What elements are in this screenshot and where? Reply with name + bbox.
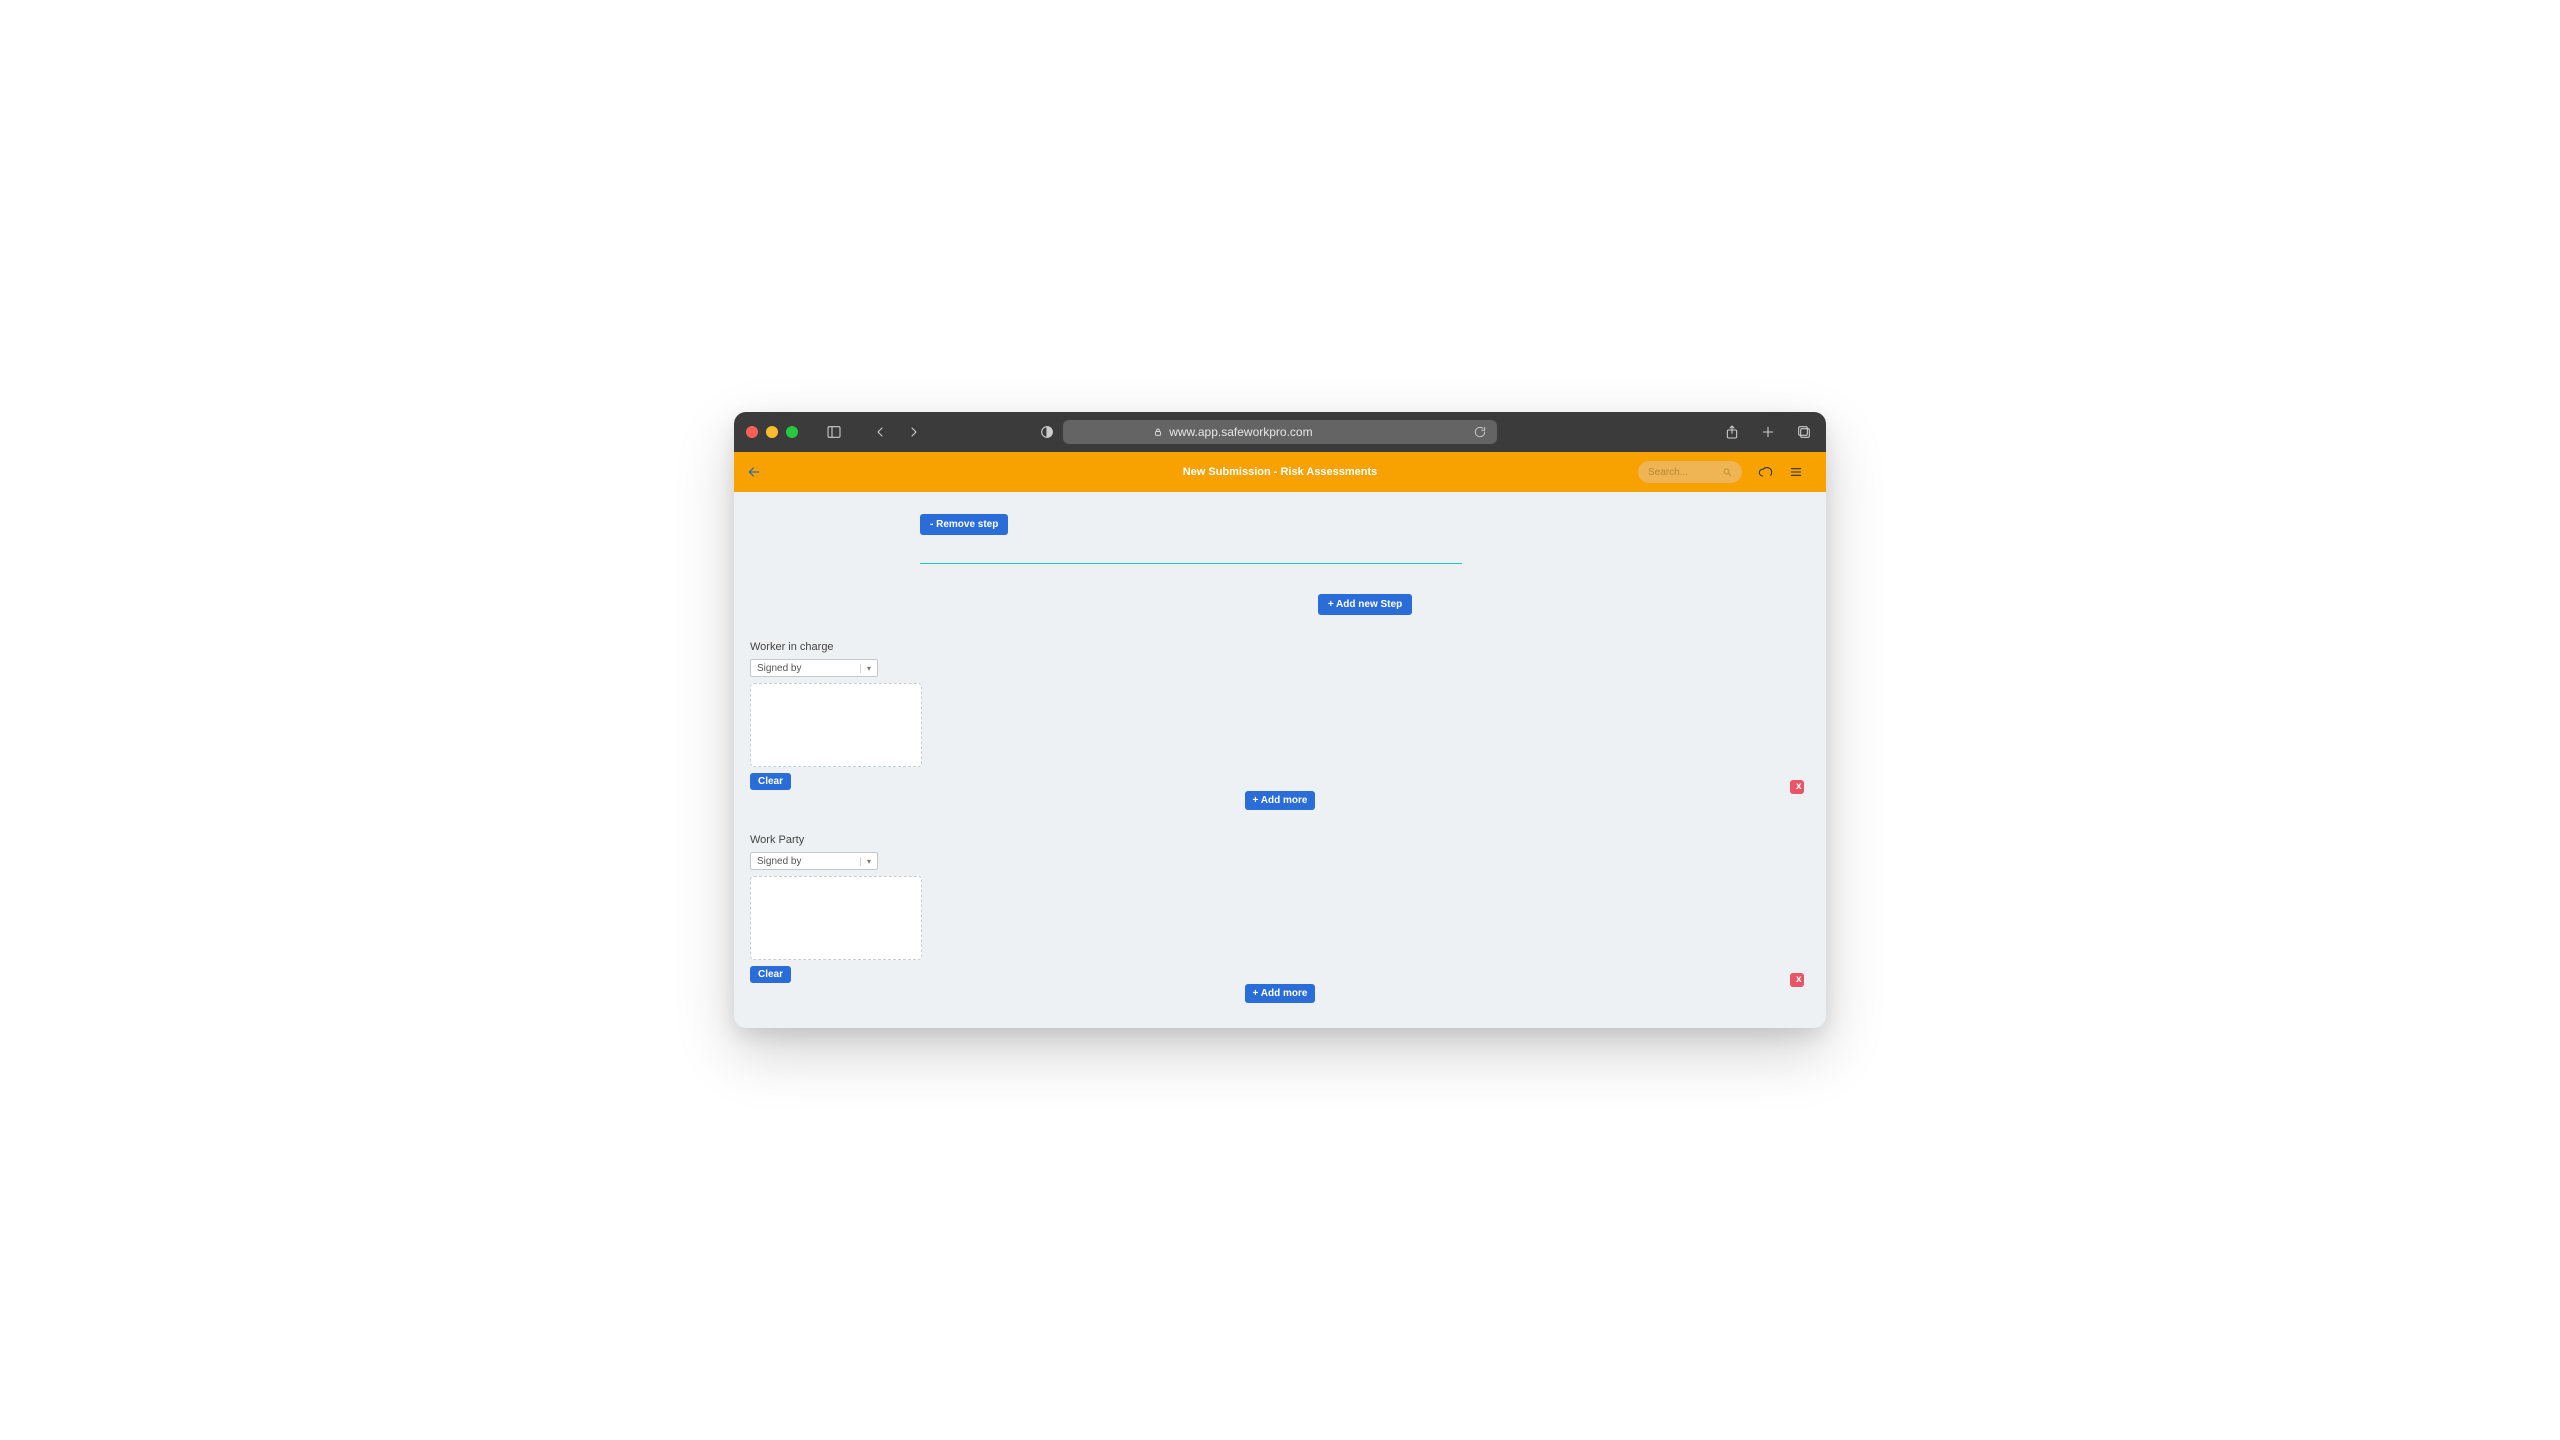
window-controls (746, 426, 798, 438)
chevron-down-icon: ▾ (860, 857, 871, 866)
step-divider (920, 563, 1462, 564)
step-container: - Remove step (920, 514, 1462, 564)
zoom-window-button[interactable] (786, 426, 798, 438)
search-input[interactable] (1648, 467, 1708, 478)
browser-window: www.app.safeworkpro.com New Submission -… (734, 412, 1826, 1028)
forward-icon[interactable] (904, 422, 924, 442)
search-icon (1722, 467, 1732, 477)
chevron-down-icon: ▾ (860, 664, 871, 673)
close-window-button[interactable] (746, 426, 758, 438)
clear-signature-button-party[interactable]: Clear (750, 966, 791, 983)
clear-signature-button-worker[interactable]: Clear (750, 773, 791, 790)
truncated-select-fragment (750, 492, 1810, 496)
address-bar[interactable]: www.app.safeworkpro.com (1063, 420, 1497, 444)
add-more-party-button[interactable]: + Add more (1245, 984, 1316, 1003)
page-title: New Submission - Risk Assessments (1183, 466, 1378, 478)
signed-by-value: Signed by (757, 663, 801, 674)
remove-worker-button[interactable]: x (1790, 780, 1804, 794)
cloud-sync-icon[interactable] (1756, 462, 1776, 482)
app-back-icon[interactable] (744, 462, 764, 482)
search-field[interactable] (1638, 461, 1742, 483)
signed-by-dropdown-worker[interactable]: Signed by ▾ (750, 659, 878, 677)
page-body: - Remove step + Add new Step Worker in c… (734, 492, 1826, 1028)
app-toolbar: New Submission - Risk Assessments (734, 452, 1826, 492)
share-icon[interactable] (1722, 422, 1742, 442)
worker-in-charge-block: Signed by ▾ Clear + Add more x (750, 659, 1810, 810)
worker-in-charge-label: Worker in charge (750, 641, 1810, 653)
add-more-worker-button[interactable]: + Add more (1245, 791, 1316, 810)
titlebar-right (1722, 422, 1814, 442)
nav-buttons (870, 422, 924, 442)
menu-icon[interactable] (1786, 462, 1806, 482)
minimize-window-button[interactable] (766, 426, 778, 438)
remove-step-button[interactable]: - Remove step (920, 514, 1008, 535)
add-new-step-button[interactable]: + Add new Step (1318, 594, 1412, 615)
work-party-label: Work Party (750, 834, 1810, 846)
url-text: www.app.safeworkpro.com (1169, 425, 1312, 439)
new-tab-icon[interactable] (1758, 422, 1778, 442)
back-icon[interactable] (870, 422, 890, 442)
tab-overview-icon[interactable] (1794, 422, 1814, 442)
signed-by-dropdown-party[interactable]: Signed by ▾ (750, 852, 878, 870)
privacy-shield-icon[interactable] (1037, 422, 1057, 442)
signature-pad-party[interactable] (750, 876, 922, 960)
lock-icon (1153, 427, 1163, 437)
sidebar-toggle-icon[interactable] (824, 422, 844, 442)
browser-titlebar: www.app.safeworkpro.com (734, 412, 1826, 452)
remove-party-button[interactable]: x (1790, 973, 1804, 987)
reload-icon[interactable] (1473, 425, 1487, 439)
work-party-block: Signed by ▾ Clear + Add more x (750, 852, 1810, 1003)
signed-by-value: Signed by (757, 856, 801, 867)
signature-pad-worker[interactable] (750, 683, 922, 767)
